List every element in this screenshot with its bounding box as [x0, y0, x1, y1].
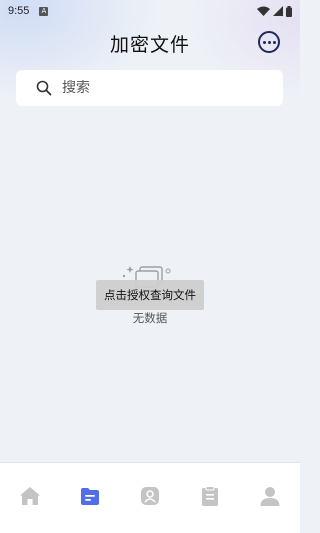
- battery-icon: [286, 5, 292, 17]
- search-bar[interactable]: [16, 70, 283, 106]
- tab-profile[interactable]: [250, 485, 290, 507]
- more-dot-icon: [272, 40, 276, 44]
- contact-icon: [141, 487, 159, 505]
- empty-state-text: 无数据: [132, 311, 168, 325]
- header: 加密文件: [0, 22, 300, 64]
- profile-icon: [260, 487, 280, 506]
- status-time: 9:55: [8, 5, 30, 17]
- page-title: 加密文件: [109, 34, 190, 56]
- tab-contacts[interactable]: [130, 485, 170, 507]
- bottom-tab-bar: [0, 462, 300, 533]
- clipboard-icon: [202, 486, 218, 506]
- search-input[interactable]: [62, 80, 262, 96]
- search-icon: [36, 80, 52, 96]
- status-indicators: [257, 5, 292, 17]
- tab-records[interactable]: [190, 485, 230, 507]
- more-dot-icon: [262, 40, 266, 44]
- status-bar: 9:55 A: [0, 0, 300, 22]
- wifi-icon: [257, 6, 270, 16]
- home-icon: [20, 487, 40, 505]
- tab-home[interactable]: [10, 485, 50, 507]
- notification-icon: A: [39, 6, 49, 16]
- more-dot-icon: [267, 40, 271, 44]
- file-icon: [81, 488, 99, 505]
- signal-icon: [273, 6, 283, 16]
- toast-message: 点击授权查询文件: [96, 280, 204, 310]
- more-options-button[interactable]: [258, 31, 280, 53]
- tab-files[interactable]: [70, 485, 110, 507]
